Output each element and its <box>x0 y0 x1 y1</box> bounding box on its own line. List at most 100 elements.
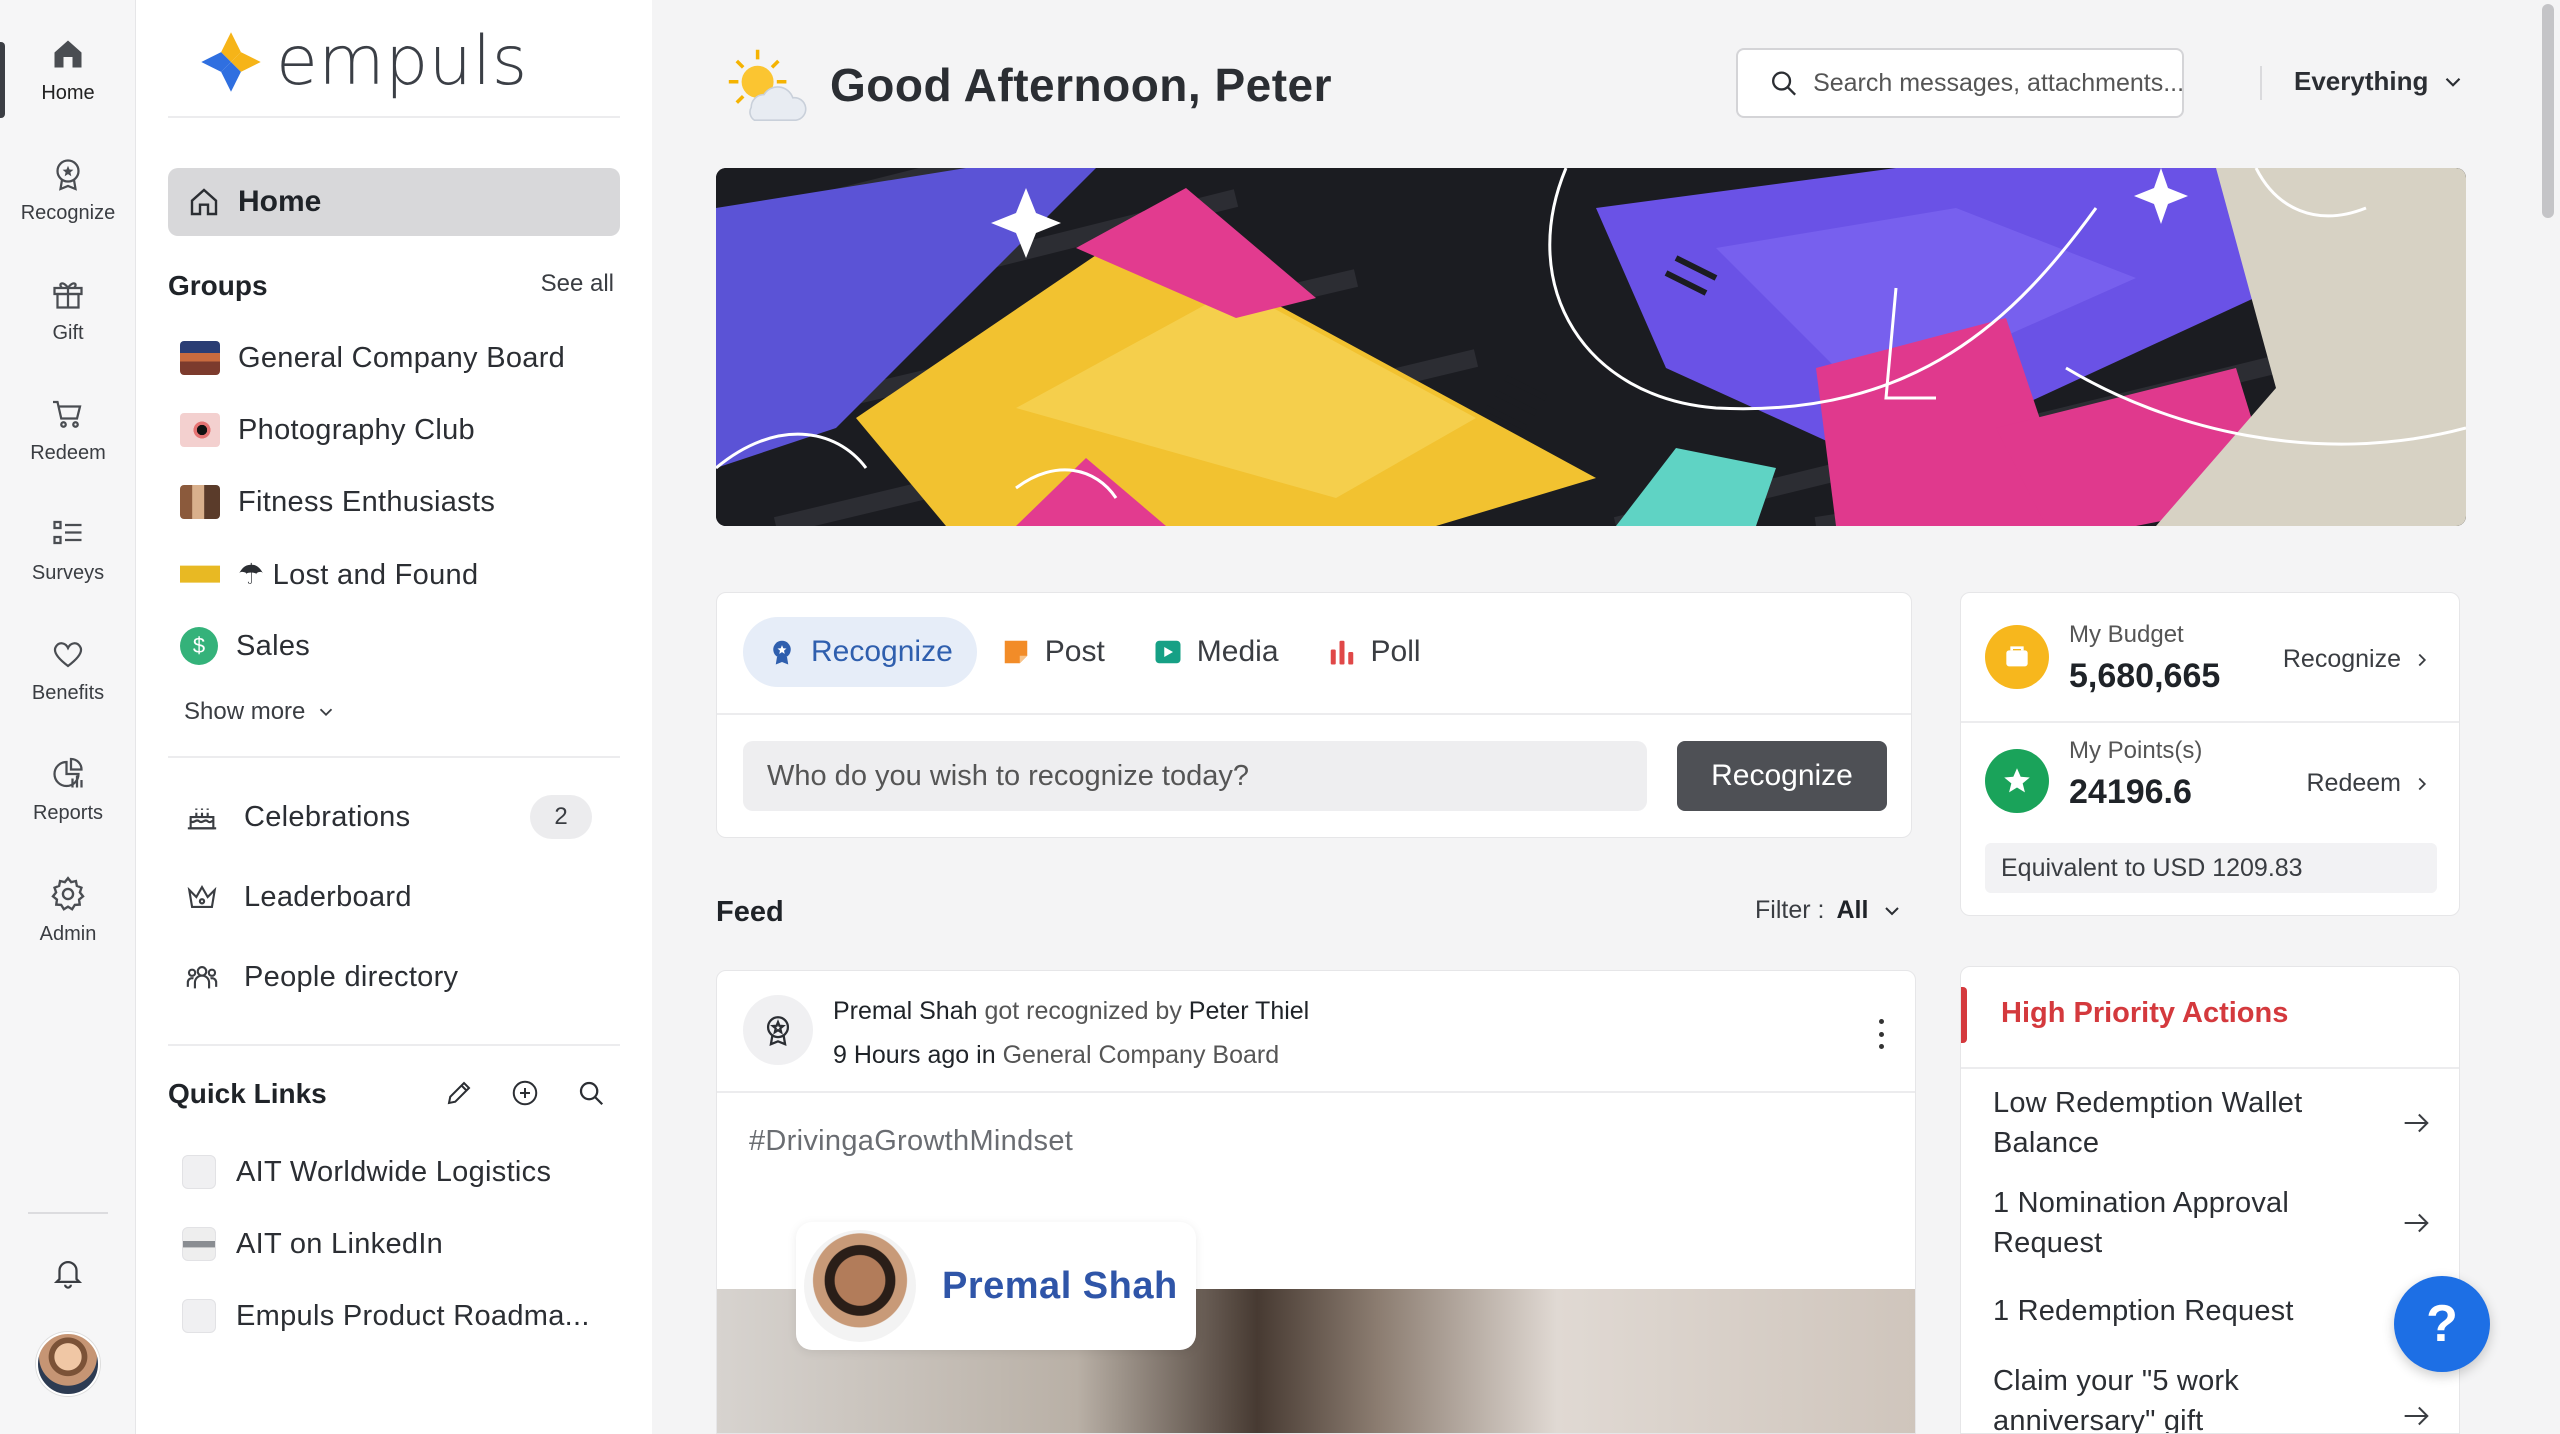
greeting-text: Good Afternoon, Peter <box>830 59 1333 111</box>
hero-banner <box>716 168 2466 526</box>
quick-link-item[interactable]: AIT on LinkedIn <box>182 1216 443 1272</box>
list-icon <box>53 520 82 544</box>
quick-links-tools <box>444 1078 606 1108</box>
scrollbar-thumb[interactable] <box>2542 4 2554 218</box>
group-label: Sales <box>236 629 311 662</box>
post-group-link[interactable]: General Company Board <box>1003 1041 1280 1069</box>
rail-redeem[interactable]: Redeem <box>0 380 136 480</box>
group-item-fitness-enthusiasts[interactable]: Fitness Enthusiasts <box>180 474 610 530</box>
arrow-right-icon <box>2404 1113 2429 1133</box>
post-recipient-link[interactable]: Premal Shah <box>833 997 978 1025</box>
recognize-button[interactable]: Recognize <box>1677 741 1887 811</box>
action-item[interactable]: Low Redemption Wallet Balance <box>1993 1083 2433 1163</box>
ticket-icon <box>180 557 220 591</box>
link-thumbnail-icon <box>182 1155 216 1189</box>
hpa-divider <box>1961 1067 2459 1069</box>
rail-surveys[interactable]: Surveys <box>0 500 136 600</box>
celebrations-count-badge: 2 <box>530 795 592 839</box>
group-thumbnail <box>180 341 220 375</box>
points-label: My Points(s) <box>2069 737 2203 764</box>
wallet-card: My Budget 5,680,665 Recognize My Points(… <box>1960 592 2460 916</box>
tab-media-label: Media <box>1196 635 1279 668</box>
page-scrollbar[interactable] <box>2534 0 2560 1434</box>
search-quick-links-button[interactable] <box>576 1078 606 1108</box>
help-button[interactable]: ? <box>2394 1276 2490 1372</box>
search-scope-dropdown[interactable]: Everything <box>2294 66 2466 97</box>
show-more-groups[interactable]: Show more <box>184 698 337 726</box>
add-quick-link-button[interactable] <box>510 1078 540 1108</box>
group-item-sales[interactable]: $ Sales <box>180 618 610 674</box>
nav-people-directory[interactable]: People directory <box>180 946 610 1008</box>
rail-label-surveys: Surveys <box>31 561 105 584</box>
search-input[interactable] <box>1813 68 2182 98</box>
link-thumbnail-icon <box>182 1227 216 1261</box>
tab-poll[interactable]: Poll <box>1303 617 1445 687</box>
action-item[interactable]: 1 Nomination Approval Request <box>1993 1183 2433 1263</box>
quick-link-item[interactable]: AIT Worldwide Logistics <box>182 1144 551 1200</box>
rail-benefits[interactable]: Benefits <box>0 620 136 720</box>
tab-post[interactable]: Post <box>977 617 1129 687</box>
heart-icon <box>53 641 83 667</box>
group-thumbnail <box>180 485 220 519</box>
filter-label: Filter : <box>1755 896 1825 924</box>
points-link-label: Redeem <box>2306 769 2402 797</box>
bar-chart-icon <box>1330 640 1353 665</box>
recipient-name-chip: Premal Shah <box>796 1222 1196 1350</box>
user-avatar[interactable] <box>36 1332 100 1396</box>
global-search[interactable] <box>1736 48 2184 118</box>
post-giver-link[interactable]: Peter Thiel <box>1189 997 1309 1025</box>
budget-recognize-link[interactable]: Recognize <box>2283 645 2433 674</box>
bell-icon <box>53 1261 83 1289</box>
tab-media[interactable]: Media <box>1129 617 1303 687</box>
rail-label-gift: Gift <box>52 321 84 344</box>
nav-leaderboard[interactable]: Leaderboard <box>180 866 610 928</box>
feed-filter-dropdown[interactable]: Filter : All <box>1755 896 1904 925</box>
nav-celebrations[interactable]: Celebrations 2 <box>180 786 610 848</box>
quick-link-label: AIT Worldwide Logistics <box>236 1155 552 1188</box>
cart-icon <box>53 400 82 428</box>
group-item-photography-club[interactable]: Photography Club <box>180 402 610 458</box>
nav-leaderboard-label: Leaderboard <box>244 880 412 913</box>
rail-label-admin: Admin <box>39 922 97 945</box>
nav-home[interactable]: Home <box>168 168 620 236</box>
money-bag-icon: $ <box>180 627 218 665</box>
composer-card: Recognize Post Media Poll Recognize <box>716 592 1912 838</box>
post-more-menu-icon[interactable] <box>1871 1019 1891 1049</box>
brand-logo[interactable]: empuls <box>198 22 528 101</box>
groups-see-all-link[interactable]: See all <box>541 270 614 298</box>
search-scope-value: Everything <box>2294 66 2429 96</box>
search-icon <box>1772 71 1797 96</box>
notifications-button[interactable] <box>48 1252 88 1292</box>
quick-link-item[interactable]: Empuls Product Roadma... <box>182 1288 590 1344</box>
budget-value: 5,680,665 <box>2069 657 2221 695</box>
post-meta: 9 Hours ago in General Company Board <box>833 1041 1279 1070</box>
rail-reports[interactable]: Reports <box>0 740 136 840</box>
group-label: General Company Board <box>238 341 566 374</box>
edit-quick-links-button[interactable] <box>444 1078 474 1108</box>
rail-home[interactable]: Home <box>0 20 136 120</box>
note-icon <box>1004 640 1028 664</box>
nav-celebrations-label: Celebrations <box>244 800 411 833</box>
post-hashtag[interactable]: #DrivingaGrowthMindset <box>749 1125 1073 1158</box>
brand-name: empuls <box>276 22 528 101</box>
camera-icon <box>180 413 220 447</box>
group-item-lost-and-found[interactable]: ☂ Lost and Found <box>180 546 610 602</box>
rail-admin[interactable]: Admin <box>0 860 136 960</box>
tab-recognize[interactable]: Recognize <box>743 617 977 687</box>
recognize-who-input[interactable] <box>743 741 1647 811</box>
cake-icon <box>180 800 224 834</box>
points-value: 24196.6 <box>2069 773 2192 811</box>
rail-gift[interactable]: Gift <box>0 260 136 360</box>
post-divider <box>717 1091 1915 1093</box>
rail-recognize[interactable]: Recognize <box>0 140 136 240</box>
points-redeem-link[interactable]: Redeem <box>2307 769 2434 798</box>
action-item[interactable]: Claim your "5 work anniversary" gift <box>1993 1361 2433 1433</box>
rail-divider <box>28 1212 108 1214</box>
gift-icon <box>53 281 83 309</box>
action-item[interactable]: 1 Redemption Request <box>1993 1291 2433 1331</box>
header-divider <box>2260 66 2262 100</box>
post-in-word: in <box>976 1041 996 1069</box>
group-item-general-company-board[interactable]: General Company Board <box>180 330 610 386</box>
greeting: Good Afternoon, Peter <box>716 46 1332 124</box>
action-label: Low Redemption Wallet Balance <box>1993 1087 2303 1159</box>
